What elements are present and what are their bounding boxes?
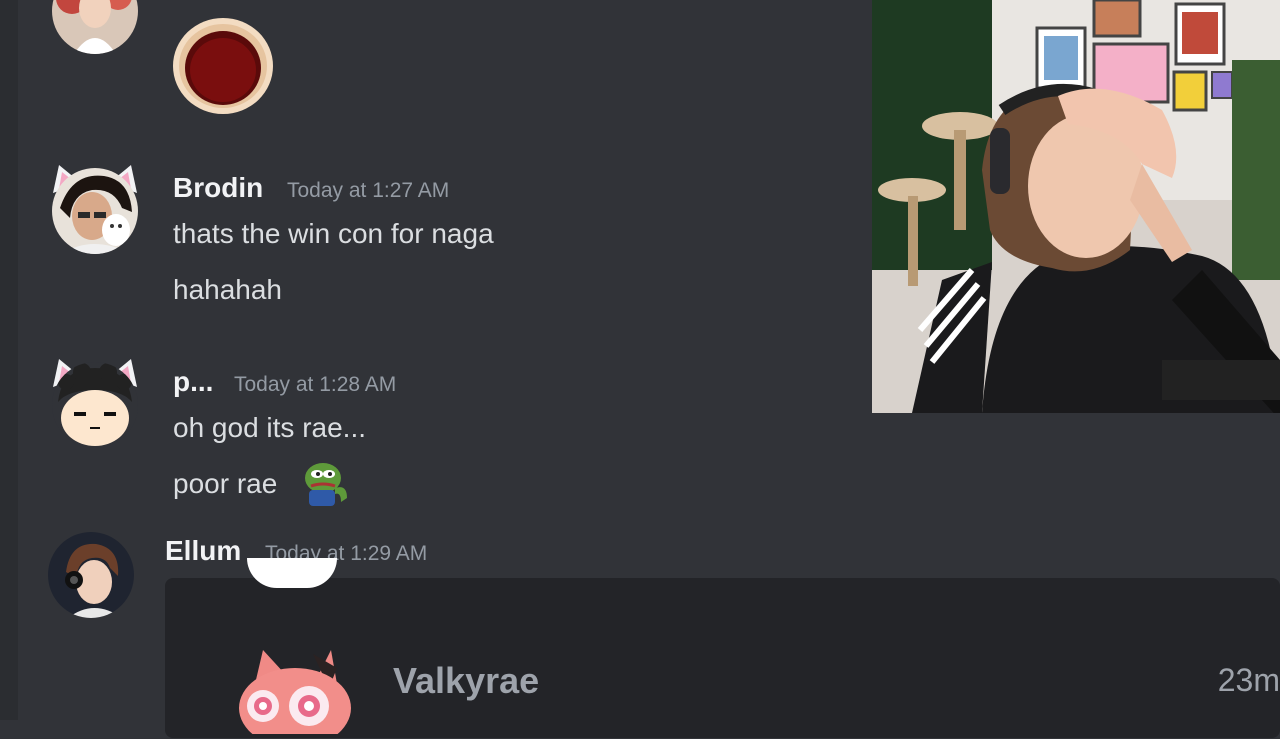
avatar[interactable] xyxy=(48,532,134,618)
timestamp: Today at 1:28 AM xyxy=(234,373,397,396)
pepe-emoji xyxy=(301,458,351,506)
avatar[interactable] xyxy=(52,168,138,254)
message-text: hahahah xyxy=(173,274,283,305)
avatar[interactable] xyxy=(52,362,138,448)
embed-title[interactable]: Valkyrae xyxy=(393,660,539,702)
embed-top-circle xyxy=(247,558,337,588)
embed-time: 23m xyxy=(1217,662,1280,698)
embed-card[interactable]: Valkyrae 23m xyxy=(165,558,1280,739)
message-text: poor rae xyxy=(173,468,278,499)
message-text: thats the win con for naga xyxy=(173,218,494,249)
avatar[interactable] xyxy=(52,0,138,54)
embed-avatar xyxy=(233,644,359,739)
timestamp: Today at 1:27 AM xyxy=(287,179,450,202)
username[interactable]: p... xyxy=(173,366,213,398)
message-text: oh god its rae... xyxy=(173,412,367,443)
username[interactable]: Ellum xyxy=(165,535,241,567)
username[interactable]: Brodin xyxy=(173,172,263,204)
hole-emoji xyxy=(171,14,276,116)
server-sidebar-strip xyxy=(0,0,18,720)
webcam-overlay xyxy=(872,0,1280,413)
